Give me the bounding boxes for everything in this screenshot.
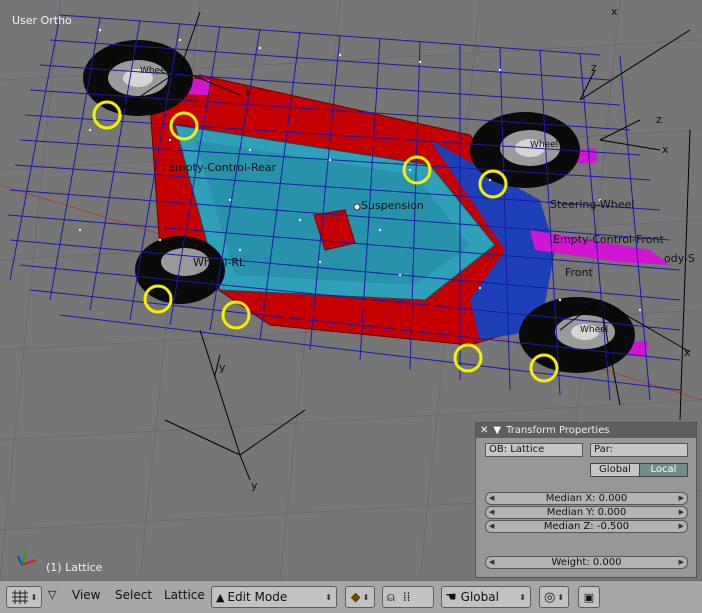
- dropdown-arrow-icon: ⬍: [557, 592, 565, 602]
- label-wheel-rear-right: Wheel: [580, 325, 609, 335]
- bounding-box-icon[interactable]: ⁞⁞: [403, 590, 411, 604]
- object-name-field[interactable]: OB: Lattice: [485, 443, 583, 457]
- decrement-arrow-icon[interactable]: ◀: [489, 493, 494, 504]
- decrement-arrow-icon[interactable]: ◀: [489, 507, 494, 518]
- local-toggle-button[interactable]: Local: [639, 463, 688, 477]
- panel-header[interactable]: ✕ ▼ Transform Properties: [476, 423, 696, 438]
- label-steering-wheel: Steering-Wheel: [550, 198, 635, 211]
- collapse-triangle-icon[interactable]: ▼: [493, 425, 501, 436]
- increment-arrow-icon[interactable]: ▶: [679, 557, 684, 568]
- axis-label-x-mid: x: [245, 86, 252, 99]
- dropdown-arrow-icon: ⬍: [325, 592, 332, 602]
- global-toggle-button[interactable]: Global: [590, 463, 640, 477]
- edit-mode-icon: ▲: [216, 590, 225, 604]
- axis-label-y-bottom: y: [251, 479, 258, 492]
- proportional-edit-button[interactable]: ◎ ⬍: [539, 586, 569, 608]
- grid-icon: [11, 590, 28, 604]
- collapse-menu-triangle-icon[interactable]: ▽: [48, 588, 56, 601]
- axis-label-z-top: z: [591, 61, 597, 74]
- median-x-field[interactable]: ◀ Median X: 0.000 ▶: [485, 492, 688, 505]
- label-wheel-rl: Wheel-RL: [193, 256, 246, 269]
- median-y-field[interactable]: ◀ Median Y: 0.000 ▶: [485, 506, 688, 519]
- menu-view[interactable]: View: [72, 588, 100, 602]
- dropdown-arrow-icon: ⬍: [30, 592, 38, 602]
- mode-selector[interactable]: ▲ Edit Mode ⬍: [211, 586, 337, 608]
- pivot-icon[interactable]: ⍝: [387, 590, 395, 605]
- hand-manipulator-icon: ☚: [445, 589, 457, 605]
- view3d-header[interactable]: ⬍ ▽ View Select Lattice ▲ Edit Mode ⬍ ◆ …: [0, 580, 702, 613]
- increment-arrow-icon[interactable]: ▶: [679, 507, 684, 518]
- panel-title: Transform Properties: [506, 425, 610, 436]
- label-suspension: Suspension: [361, 199, 424, 212]
- label-wheel-front-right: Wheel: [530, 140, 559, 150]
- label-empty-control-front: Empty-Control-Front: [553, 233, 664, 246]
- 3d-viewport[interactable]: User Ortho (1) Lattice Empty-Control-Rea…: [0, 0, 702, 580]
- draw-type-button[interactable]: ◆ ⬍: [345, 586, 375, 608]
- median-z-field[interactable]: ◀ Median Z: -0.500 ▶: [485, 520, 688, 533]
- transform-properties-panel[interactable]: ✕ ▼ Transform Properties OB: Lattice Par…: [475, 422, 697, 578]
- axis-label-z-right: z: [656, 113, 662, 126]
- weight-field[interactable]: ◀ Weight: 0.000 ▶: [485, 556, 688, 569]
- view-label: User Ortho: [12, 14, 72, 27]
- dropdown-arrow-icon: ⬍: [362, 592, 370, 602]
- suspension-origin: [353, 203, 361, 211]
- cube-shading-icon: ◆: [350, 589, 361, 605]
- camera-render-icon: ▣: [583, 590, 595, 604]
- proportional-edit-icon: ◎: [543, 589, 556, 605]
- render-preview-button[interactable]: ▣: [578, 586, 600, 608]
- transform-orientation-selector[interactable]: ☚ Global ⬍: [441, 586, 531, 608]
- pivot-buttons[interactable]: ⍝ ⁞⁞: [382, 586, 434, 608]
- axis-gizmo: [17, 549, 37, 566]
- axis-label-x-top: x: [611, 5, 618, 18]
- label-front: Front: [565, 266, 593, 279]
- increment-arrow-icon[interactable]: ▶: [679, 493, 684, 504]
- active-object-label: (1) Lattice: [46, 561, 103, 574]
- label-empty-control-rear: Empty-Control-Rear: [168, 161, 277, 174]
- label-wheel-rear-left: Wheel: [140, 66, 169, 76]
- editor-type-button[interactable]: ⬍: [6, 586, 42, 608]
- menu-lattice[interactable]: Lattice: [164, 588, 205, 602]
- increment-arrow-icon[interactable]: ▶: [679, 521, 684, 532]
- decrement-arrow-icon[interactable]: ◀: [489, 557, 494, 568]
- axis-label-x-far: x: [684, 346, 691, 359]
- decrement-arrow-icon[interactable]: ◀: [489, 521, 494, 532]
- axis-label-y-left: y: [219, 361, 226, 374]
- dropdown-arrow-icon: ⬍: [519, 592, 526, 602]
- parent-field[interactable]: Par:: [590, 443, 688, 457]
- menu-select[interactable]: Select: [115, 588, 152, 602]
- close-icon[interactable]: ✕: [480, 425, 488, 436]
- axis-label-x-right: x: [662, 143, 669, 156]
- label-body-s: ody-S: [664, 252, 695, 265]
